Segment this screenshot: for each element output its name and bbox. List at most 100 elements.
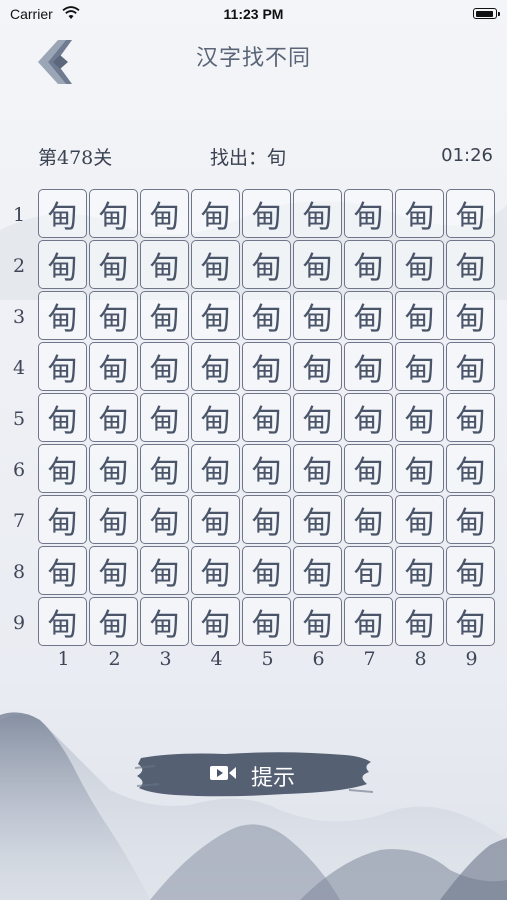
grid-cell[interactable]: 甸 <box>395 342 444 391</box>
grid-cell[interactable]: 甸 <box>446 189 495 238</box>
grid-cell[interactable]: 甸 <box>242 495 291 544</box>
grid-cell[interactable]: 甸 <box>242 189 291 238</box>
grid-cell[interactable]: 甸 <box>395 189 444 238</box>
grid-cell[interactable]: 甸 <box>191 342 240 391</box>
grid-cell[interactable]: 甸 <box>344 342 393 391</box>
grid-cell[interactable]: 甸 <box>38 291 87 340</box>
column-number: 6 <box>312 648 325 670</box>
grid-cell[interactable]: 甸 <box>191 291 240 340</box>
grid-cell[interactable]: 甸 <box>344 291 393 340</box>
grid-cell[interactable]: 甸 <box>38 495 87 544</box>
grid-cell[interactable]: 甸 <box>395 444 444 493</box>
grid-cell[interactable]: 甸 <box>38 546 87 595</box>
grid-cell[interactable]: 甸 <box>293 342 342 391</box>
grid-cell[interactable]: 甸 <box>140 444 189 493</box>
grid-cell[interactable]: 甸 <box>191 546 240 595</box>
grid-cell[interactable]: 甸 <box>89 597 138 646</box>
grid-cell[interactable]: 甸 <box>242 444 291 493</box>
grid-cell[interactable]: 甸 <box>395 393 444 442</box>
grid-cell[interactable]: 甸 <box>446 597 495 646</box>
grid-cell[interactable]: 甸 <box>293 495 342 544</box>
column-number: 5 <box>261 648 274 670</box>
grid-cell[interactable]: 甸 <box>140 189 189 238</box>
grid-cell[interactable]: 甸 <box>89 495 138 544</box>
grid-cell[interactable]: 甸 <box>191 240 240 289</box>
battery-icon <box>473 8 500 19</box>
column-number: 8 <box>414 648 427 670</box>
character-grid: 甸甸甸甸甸甸甸甸甸甸甸甸甸甸甸甸甸甸甸甸甸甸甸甸甸甸甸甸甸甸甸甸甸甸甸甸甸甸甸甸… <box>38 189 495 646</box>
grid-cell[interactable]: 甸 <box>446 291 495 340</box>
grid-cell[interactable]: 甸 <box>89 393 138 442</box>
grid-cell[interactable]: 甸 <box>293 393 342 442</box>
grid-cell[interactable]: 甸 <box>293 240 342 289</box>
grid-cell[interactable]: 甸 <box>395 597 444 646</box>
grid-cell[interactable]: 甸 <box>446 546 495 595</box>
grid-cell[interactable]: 甸 <box>89 189 138 238</box>
grid-cell[interactable]: 甸 <box>344 240 393 289</box>
grid-cell[interactable]: 甸 <box>89 342 138 391</box>
grid-cell[interactable]: 甸 <box>38 444 87 493</box>
grid-cell[interactable]: 甸 <box>242 546 291 595</box>
hint-label: 提示 <box>251 766 296 791</box>
grid-cell[interactable]: 甸 <box>344 495 393 544</box>
column-number: 9 <box>465 648 478 670</box>
status-time: 11:23 PM <box>223 6 284 22</box>
grid-cell[interactable]: 甸 <box>395 495 444 544</box>
grid-cell[interactable]: 甸 <box>242 597 291 646</box>
grid-cell[interactable]: 甸 <box>140 546 189 595</box>
grid-cell[interactable]: 甸 <box>446 495 495 544</box>
grid-cell[interactable]: 甸 <box>395 546 444 595</box>
grid-cell[interactable]: 甸 <box>242 393 291 442</box>
grid-cell[interactable]: 甸 <box>38 189 87 238</box>
grid-cell[interactable]: 甸 <box>89 546 138 595</box>
grid-cell[interactable]: 甸 <box>242 342 291 391</box>
column-number: 3 <box>159 648 172 670</box>
grid-cell[interactable]: 甸 <box>140 597 189 646</box>
grid-cell[interactable]: 甸 <box>89 444 138 493</box>
grid-cell[interactable]: 甸 <box>293 597 342 646</box>
grid-cell[interactable]: 甸 <box>293 291 342 340</box>
row-number: 9 <box>12 612 26 634</box>
grid-cell[interactable]: 甸 <box>191 444 240 493</box>
column-number: 1 <box>57 648 70 670</box>
page-title: 汉字找不同 <box>195 46 311 71</box>
grid-cell[interactable]: 旬 <box>344 546 393 595</box>
grid-cell[interactable]: 甸 <box>446 393 495 442</box>
grid-cell[interactable]: 甸 <box>293 189 342 238</box>
grid-cell[interactable]: 甸 <box>191 393 240 442</box>
grid-cell[interactable]: 甸 <box>344 597 393 646</box>
grid-cell[interactable]: 甸 <box>446 444 495 493</box>
grid-cell[interactable]: 甸 <box>140 495 189 544</box>
row-number: 6 <box>12 459 26 481</box>
grid-cell[interactable]: 甸 <box>38 393 87 442</box>
grid-cell[interactable]: 甸 <box>242 291 291 340</box>
grid-cell[interactable]: 甸 <box>140 291 189 340</box>
grid-cell[interactable]: 甸 <box>191 495 240 544</box>
grid-cell[interactable]: 甸 <box>242 240 291 289</box>
grid-cell[interactable]: 甸 <box>191 597 240 646</box>
grid-cell[interactable]: 甸 <box>446 240 495 289</box>
grid-cell[interactable]: 甸 <box>395 240 444 289</box>
grid-cell[interactable]: 甸 <box>89 240 138 289</box>
grid-cell[interactable]: 甸 <box>38 240 87 289</box>
grid-cell[interactable]: 甸 <box>38 597 87 646</box>
row-number: 5 <box>12 408 26 430</box>
grid-cell[interactable]: 甸 <box>344 189 393 238</box>
row-number: 1 <box>12 204 26 226</box>
grid-cell[interactable]: 甸 <box>344 393 393 442</box>
grid-cell[interactable]: 甸 <box>191 189 240 238</box>
grid-cell[interactable]: 甸 <box>395 291 444 340</box>
row-number: 7 <box>12 510 26 532</box>
grid-cell[interactable]: 甸 <box>140 240 189 289</box>
grid-cell[interactable]: 甸 <box>293 546 342 595</box>
grid-cell[interactable]: 甸 <box>89 291 138 340</box>
grid-cell[interactable]: 甸 <box>140 342 189 391</box>
grid-cell[interactable]: 甸 <box>344 444 393 493</box>
hint-button[interactable]: 提示 <box>135 746 373 802</box>
grid-cell[interactable]: 甸 <box>446 342 495 391</box>
status-bar: Carrier 11:23 PM <box>0 0 507 28</box>
column-number: 7 <box>363 648 376 670</box>
grid-cell[interactable]: 甸 <box>140 393 189 442</box>
grid-cell[interactable]: 甸 <box>38 342 87 391</box>
grid-cell[interactable]: 甸 <box>293 444 342 493</box>
